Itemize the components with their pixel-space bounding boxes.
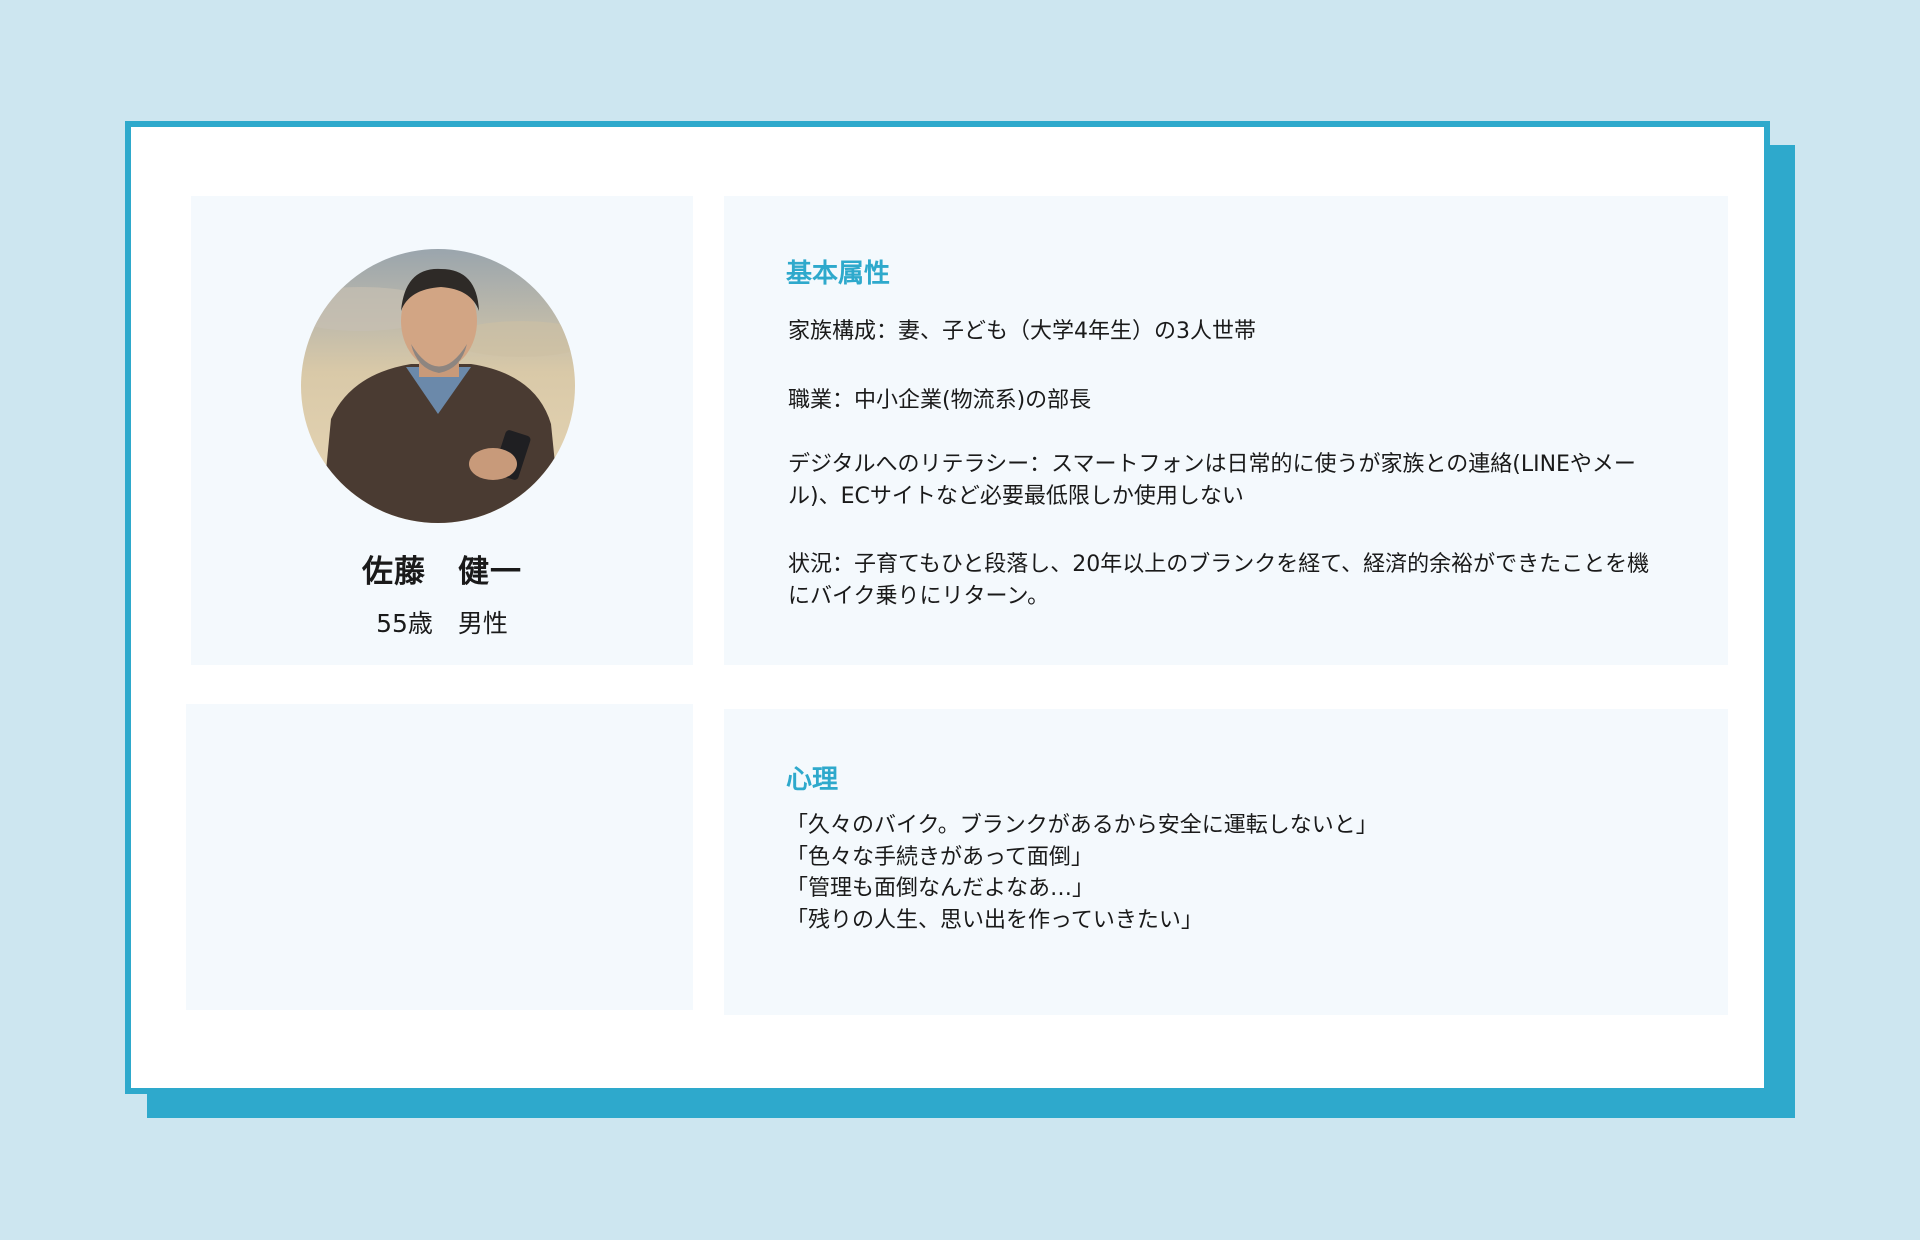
attr-family: 家族構成：妻、子ども（大学4年生）の3人世帯 <box>788 319 1256 344</box>
avatar <box>301 249 575 523</box>
attributes-title: 基本属性 <box>786 259 891 289</box>
quote-list: 「久々のバイク。ブランクがあるから安全に運転しないと」 「色々な手続きがあって面… <box>786 810 1686 936</box>
psychology-panel: 心理 「久々のバイク。ブランクがあるから安全に運転しないと」 「色々な手続きがあ… <box>724 709 1728 1015</box>
attributes-panel: 基本属性 家族構成：妻、子ども（大学4年生）の3人世帯 職業：中小企業(物流系)… <box>724 196 1728 665</box>
person-name: 佐藤 健一 <box>362 554 522 590</box>
attr-situation: 状況：子育てもひと段落し、20年以上のブランクを経て、経済的余裕ができたことを機… <box>788 552 1650 609</box>
quote-item: 「残りの人生、思い出を作っていきたい」 <box>786 907 1203 933</box>
persona-card: 佐藤 健一 55歳 男性 基本属性 家族構成：妻、子ども（大学4年生）の3人世帯… <box>125 121 1770 1094</box>
quote-item: 「久々のバイク。ブランクがあるから安全に運転しないと」 <box>786 813 1378 838</box>
quote-item: 「色々な手続きがあって面倒」 <box>786 844 1093 870</box>
attr-digital-literacy: デジタルへのリテラシー：スマートフォンは日常的に使うが家族との連絡(LINEやメ… <box>788 452 1636 509</box>
profile-panel: 佐藤 健一 55歳 男性 <box>191 196 693 665</box>
empty-panel <box>186 704 693 1010</box>
quote-item: 「管理も面倒なんだよなあ…」 <box>786 876 1095 901</box>
person-age-gender: 55歳 男性 <box>376 609 508 638</box>
psychology-title: 心理 <box>786 765 839 795</box>
attr-occupation: 職業：中小企業(物流系)の部長 <box>788 388 1092 413</box>
